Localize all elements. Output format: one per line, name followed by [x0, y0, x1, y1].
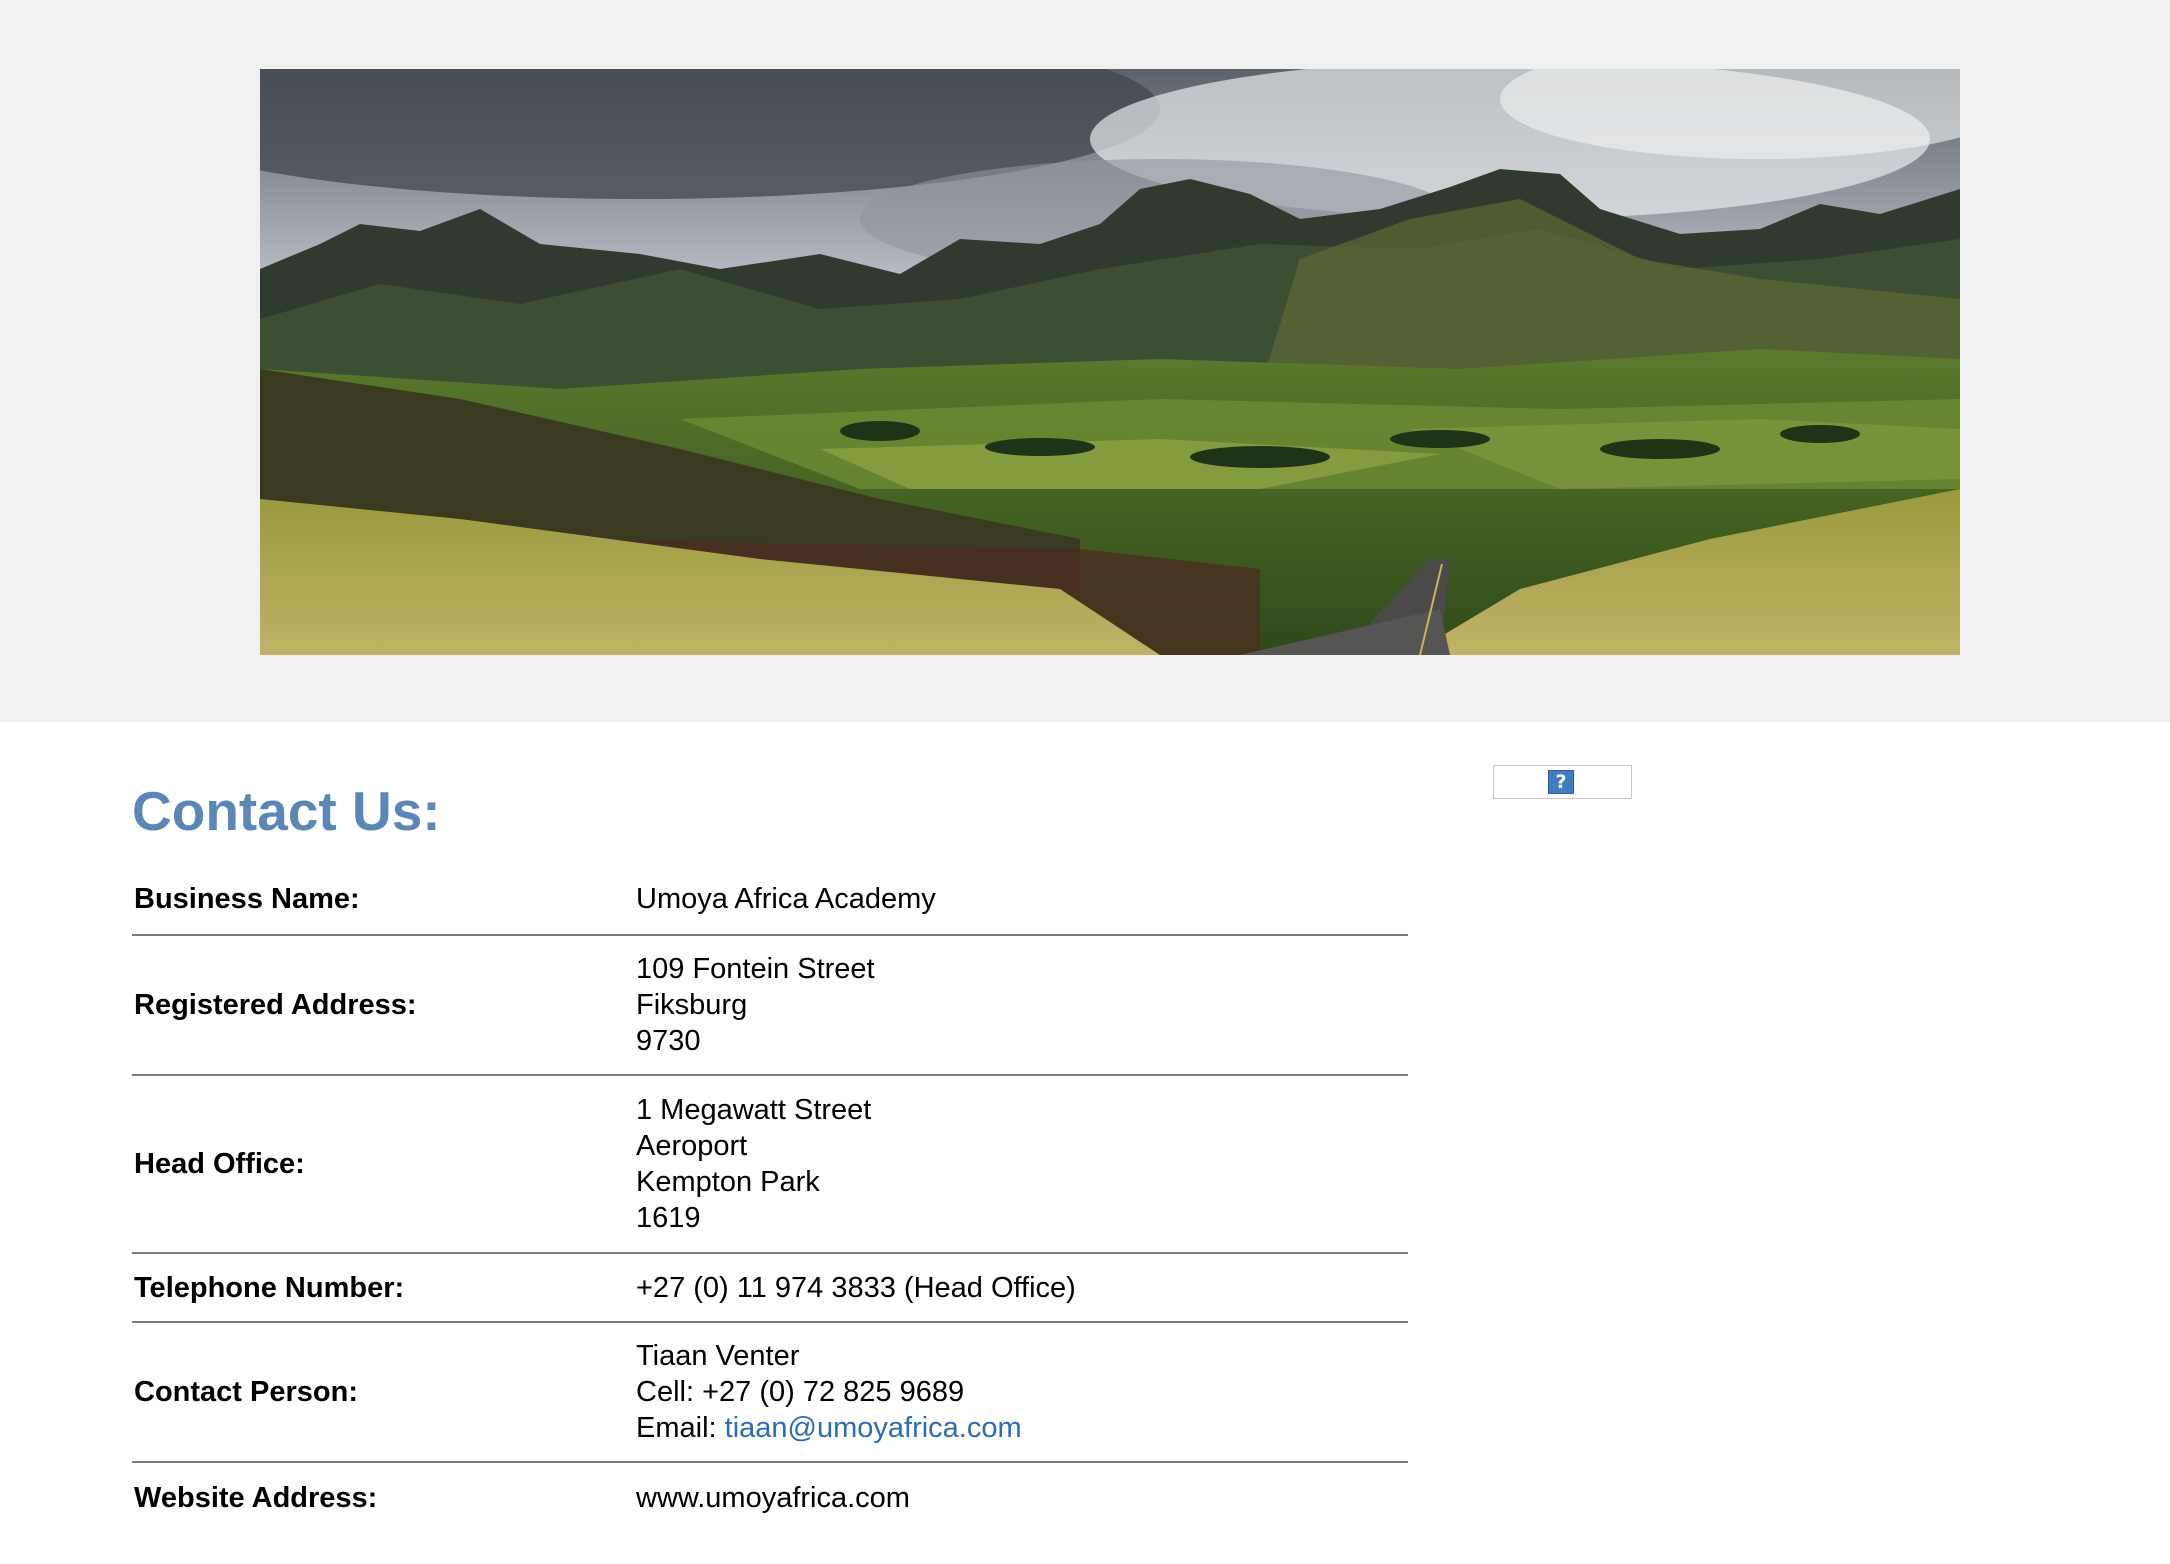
value-line: 1619 [636, 1202, 701, 1234]
value-line: 109 Fontein Street [636, 953, 875, 985]
website-value: www.umoyafrica.com [636, 1480, 1408, 1516]
business-name-label: Business Name: [134, 883, 360, 915]
head-office-label: Head Office: [134, 1148, 305, 1180]
business-name-value: Umoya Africa Academy [636, 881, 1408, 917]
telephone-value: +27 (0) 11 974 3833 (Head Office) [636, 1270, 1408, 1306]
head-office-value: 1 Megawatt Street Aeroport Kempton Park … [636, 1092, 1408, 1236]
header-banner [0, 0, 2170, 722]
embedded-plugin-placeholder[interactable]: ? [1493, 765, 1632, 799]
email-link[interactable]: tiaan@umoyafrica.com [725, 1412, 1022, 1444]
website-label: Website Address: [134, 1482, 378, 1514]
value-line: +27 (0) 11 974 3833 (Head Office) [636, 1271, 1076, 1304]
missing-plugin-icon: ? [1548, 770, 1574, 794]
value-line: 9730 [636, 1025, 701, 1057]
value-line: www.umoyafrica.com [636, 1482, 910, 1514]
page-title: Contact Us: [132, 780, 441, 842]
table-row-contact-person: Contact Person: Tiaan Venter Cell: +27 (… [132, 1323, 1408, 1463]
contact-person-value: Tiaan Venter Cell: +27 (0) 72 825 9689 E… [636, 1338, 1408, 1446]
table-row-business-name: Business Name: Umoya Africa Academy [132, 864, 1408, 936]
value-line: Kempton Park [636, 1166, 820, 1198]
registered-address-label: Registered Address: [134, 989, 417, 1021]
value-line: Cell: +27 (0) 72 825 9689 [636, 1376, 965, 1408]
value-line: Aeroport [636, 1130, 748, 1162]
value-line: 1 Megawatt Street [636, 1094, 872, 1126]
registered-address-value: 109 Fontein Street Fiksburg 9730 [636, 951, 1408, 1059]
value-line: Umoya Africa Academy [636, 883, 936, 915]
table-row-telephone: Telephone Number: +27 (0) 11 974 3833 (H… [132, 1254, 1408, 1323]
value-line: Tiaan Venter [636, 1340, 800, 1372]
landscape-photo [260, 69, 1960, 655]
telephone-label: Telephone Number: [134, 1271, 405, 1304]
email-prefix: Email: [636, 1412, 725, 1444]
table-row-registered-address: Registered Address: 109 Fontein Street F… [132, 936, 1408, 1076]
contact-person-label: Contact Person: [134, 1376, 358, 1408]
email-line: Email: tiaan@umoyafrica.com [636, 1410, 1408, 1446]
contact-details-table: Business Name: Umoya Africa Academy Regi… [132, 864, 1408, 1533]
value-line: Fiksburg [636, 989, 748, 1021]
table-row-head-office: Head Office: 1 Megawatt Street Aeroport … [132, 1076, 1408, 1254]
table-row-website: Website Address: www.umoyafrica.com [132, 1463, 1408, 1533]
